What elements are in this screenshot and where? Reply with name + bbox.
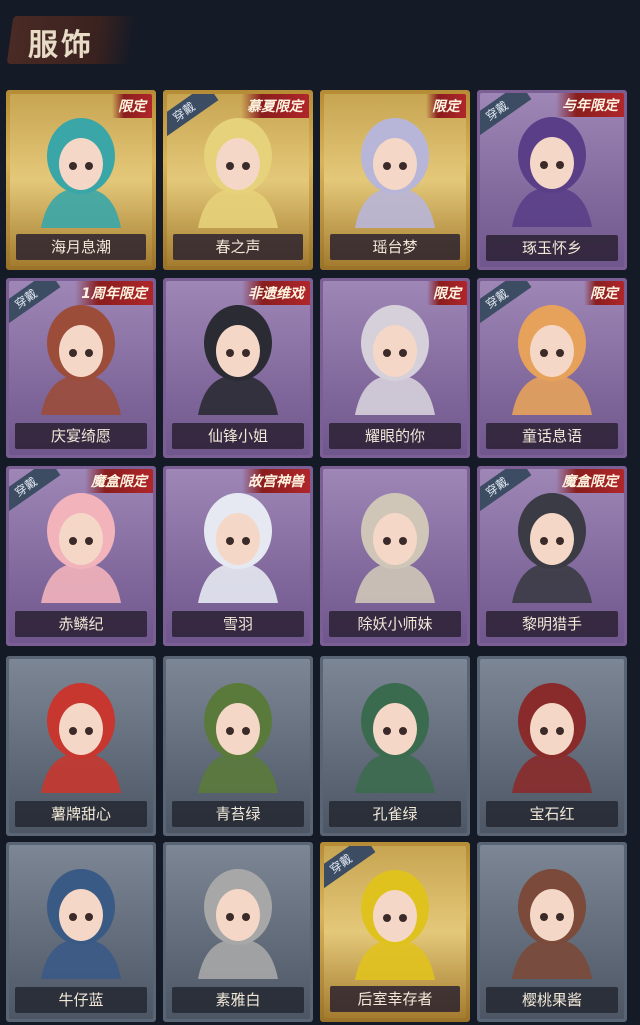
outfit-card-body: 限定 穿戴 童话息语 — [480, 281, 624, 455]
limited-tag: 限定 — [112, 94, 152, 118]
outfit-name: 后室幸存者 — [330, 986, 460, 1012]
character-portrait — [41, 493, 121, 603]
limited-tag: 限定 — [584, 281, 624, 305]
outfit-card-body: 魔盒限定 穿戴 赤鳞纪 — [9, 469, 153, 643]
limited-tag: 限定 — [427, 281, 467, 305]
outfit-name: 素雅白 — [172, 987, 304, 1013]
outfit-card[interactable]: 限定耀眼的你 — [320, 278, 470, 458]
outfit-card[interactable]: 慕夏限定 穿戴 春之声 — [163, 90, 313, 270]
character-portrait — [512, 493, 592, 603]
outfit-name: 仙锋小姐 — [172, 423, 304, 449]
character-portrait — [198, 118, 278, 228]
outfit-card[interactable]: 魔盒限定 穿戴 赤鳞纪 — [6, 466, 156, 646]
character-portrait — [355, 683, 435, 793]
character-portrait — [41, 869, 121, 979]
outfit-card-body: 非遗维戏仙锋小姐 — [166, 281, 310, 455]
outfit-name: 宝石红 — [486, 801, 618, 827]
outfit-card-body: 限定瑶台梦 — [324, 94, 466, 266]
outfit-card[interactable]: 限定海月息潮 — [6, 90, 156, 270]
outfit-card-body: 穿戴 后室幸存者 — [324, 846, 466, 1018]
outfit-card-body: 青苔绿 — [166, 659, 310, 833]
page-title: 服饰 — [28, 28, 94, 63]
outfit-name: 海月息潮 — [16, 234, 146, 260]
outfit-name: 庆宴绮愿 — [15, 423, 147, 449]
limited-tag: 限定 — [426, 94, 466, 118]
limited-tag: 慕夏限定 — [241, 94, 309, 118]
outfit-card-body: 故宫神兽雪羽 — [166, 469, 310, 643]
outfit-card[interactable]: 故宫神兽雪羽 — [163, 466, 313, 646]
outfit-name: 樱桃果酱 — [486, 987, 618, 1013]
outfit-card-body: 除妖小师妹 — [323, 469, 467, 643]
outfit-name: 青苔绿 — [172, 801, 304, 827]
limited-tag: 与年限定 — [556, 93, 624, 117]
outfit-card-body: 限定海月息潮 — [10, 94, 152, 266]
outfit-card[interactable]: 孔雀绿 — [320, 656, 470, 836]
outfit-name: 瑶台梦 — [330, 234, 460, 260]
outfit-name: 雪羽 — [172, 611, 304, 637]
outfit-name: 孔雀绿 — [329, 801, 461, 827]
outfit-card-body: 1周年限定 穿戴 庆宴绮愿 — [9, 281, 153, 455]
character-portrait — [355, 118, 435, 228]
outfit-name: 耀眼的你 — [329, 423, 461, 449]
outfit-card[interactable]: 素雅白 — [163, 842, 313, 1022]
character-portrait — [41, 683, 121, 793]
character-portrait — [355, 493, 435, 603]
character-portrait — [512, 117, 592, 227]
outfit-card[interactable]: 限定瑶台梦 — [320, 90, 470, 270]
outfit-name: 薯牌甜心 — [15, 801, 147, 827]
outfit-card[interactable]: 1周年限定 穿戴 庆宴绮愿 — [6, 278, 156, 458]
character-portrait — [41, 305, 121, 415]
character-portrait — [512, 305, 592, 415]
limited-tag: 魔盒限定 — [85, 469, 153, 493]
outfit-name: 春之声 — [173, 234, 303, 260]
limited-tag: 非遗维戏 — [242, 281, 310, 305]
outfit-card-body: 宝石红 — [480, 659, 624, 833]
outfit-card-body: 素雅白 — [166, 845, 310, 1019]
outfit-card-body: 慕夏限定 穿戴 春之声 — [167, 94, 309, 266]
character-portrait — [198, 869, 278, 979]
outfit-name: 赤鳞纪 — [15, 611, 147, 637]
outfit-card[interactable]: 青苔绿 — [163, 656, 313, 836]
outfit-card[interactable]: 穿戴 后室幸存者 — [320, 842, 470, 1022]
character-portrait — [41, 118, 121, 228]
outfit-name: 童话息语 — [486, 423, 618, 449]
outfit-card-body: 孔雀绿 — [323, 659, 467, 833]
outfit-card-body: 与年限定 穿戴 琢玉怀乡 — [480, 93, 624, 267]
outfit-card[interactable]: 宝石红 — [477, 656, 627, 836]
outfit-card-body: 限定耀眼的你 — [323, 281, 467, 455]
limited-tag: 故宫神兽 — [242, 469, 310, 493]
outfit-name: 黎明猎手 — [486, 611, 618, 637]
limited-tag: 1周年限定 — [75, 281, 153, 305]
character-portrait — [198, 305, 278, 415]
outfit-card[interactable]: 魔盒限定 穿戴 黎明猎手 — [477, 466, 627, 646]
character-portrait — [198, 683, 278, 793]
limited-tag: 魔盒限定 — [556, 469, 624, 493]
header: 服饰 — [0, 0, 640, 84]
outfit-card[interactable]: 薯牌甜心 — [6, 656, 156, 836]
outfit-name: 牛仔蓝 — [15, 987, 147, 1013]
character-portrait — [355, 305, 435, 415]
outfit-name: 琢玉怀乡 — [486, 235, 618, 261]
outfit-card[interactable]: 牛仔蓝 — [6, 842, 156, 1022]
outfit-name: 除妖小师妹 — [329, 611, 461, 637]
outfit-card[interactable]: 除妖小师妹 — [320, 466, 470, 646]
outfit-card[interactable]: 樱桃果酱 — [477, 842, 627, 1022]
character-portrait — [355, 870, 435, 980]
outfit-card-body: 牛仔蓝 — [9, 845, 153, 1019]
outfit-card[interactable]: 非遗维戏仙锋小姐 — [163, 278, 313, 458]
character-portrait — [512, 869, 592, 979]
outfit-card[interactable]: 与年限定 穿戴 琢玉怀乡 — [477, 90, 627, 270]
outfit-card[interactable]: 限定 穿戴 童话息语 — [477, 278, 627, 458]
outfit-card-body: 樱桃果酱 — [480, 845, 624, 1019]
character-portrait — [198, 493, 278, 603]
outfit-card-body: 薯牌甜心 — [9, 659, 153, 833]
outfit-card-body: 魔盒限定 穿戴 黎明猎手 — [480, 469, 624, 643]
character-portrait — [512, 683, 592, 793]
